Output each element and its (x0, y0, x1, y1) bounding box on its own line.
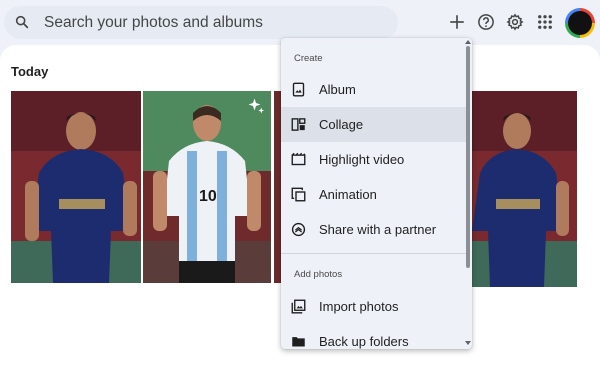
album-icon (292, 82, 305, 97)
plus-icon[interactable] (448, 13, 466, 31)
account-avatar[interactable] (565, 8, 595, 38)
sparkle-icon (248, 98, 265, 114)
scrollbar-thumb[interactable] (466, 46, 470, 268)
create-menu: Create Album Collage Highlight video Ani… (281, 38, 472, 349)
search-bar[interactable]: Search your photos and albums (4, 6, 398, 39)
search-input[interactable]: Search your photos and albums (44, 6, 263, 39)
highlight-video-icon (291, 152, 306, 166)
apps-grid-icon[interactable] (536, 13, 554, 31)
search-icon[interactable] (14, 14, 30, 30)
share-partner-icon (291, 222, 306, 237)
gear-icon[interactable] (506, 13, 524, 31)
animation-icon (291, 187, 306, 202)
scroll-up-arrow[interactable] (465, 40, 471, 44)
photo-thumbnail[interactable] (11, 91, 141, 283)
menu-item-album[interactable]: Album (281, 72, 467, 107)
menu-item-share-with-partner[interactable]: Share with a partner (281, 212, 467, 247)
menu-divider (281, 253, 467, 254)
menu-item-label: Collage (319, 117, 364, 132)
menu-item-animation[interactable]: Animation (281, 177, 467, 212)
photo-thumbnail[interactable]: 10 (143, 91, 271, 283)
collage-icon (291, 118, 306, 131)
menu-item-back-up-folders[interactable]: Back up folders (281, 324, 467, 349)
menu-section-header: Create (294, 53, 323, 64)
photo-thumbnail[interactable] (472, 91, 577, 287)
menu-item-collage[interactable]: Collage (281, 107, 467, 142)
menu-item-label: Animation (319, 187, 377, 202)
scroll-down-arrow[interactable] (465, 341, 471, 345)
menu-item-label: Highlight video (319, 152, 405, 167)
import-photos-icon (291, 299, 306, 314)
menu-item-label: Share with a partner (319, 222, 437, 237)
menu-section-header: Add photos (294, 269, 343, 280)
menu-item-highlight-video[interactable]: Highlight video (281, 142, 467, 177)
menu-item-label: Album (319, 82, 356, 97)
section-title: Today (11, 64, 49, 79)
menu-item-label: Back up folders (319, 334, 409, 349)
menu-item-import-photos[interactable]: Import photos (281, 289, 467, 324)
backup-folders-icon (292, 337, 305, 347)
svg-text:10: 10 (199, 188, 217, 205)
menu-item-label: Import photos (319, 299, 399, 314)
help-icon[interactable] (477, 13, 495, 31)
